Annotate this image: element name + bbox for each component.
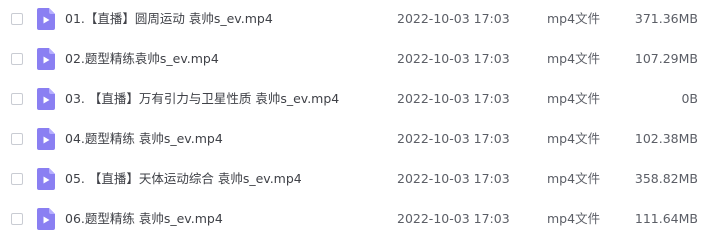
- file-date: 2022-10-03 17:03: [397, 51, 510, 66]
- file-name[interactable]: 02.题型精练袁帅s_ev.mp4: [65, 40, 219, 80]
- file-date: 2022-10-03 17:03: [397, 171, 510, 186]
- row-checkbox[interactable]: [11, 173, 23, 185]
- file-type: mp4文件: [547, 91, 601, 106]
- file-size: 111.64MB: [634, 211, 698, 226]
- file-row[interactable]: 03. 【直播】万有引力与卫星性质 袁帅s_ev.mp4 2022-10-03 …: [0, 80, 726, 120]
- row-checkbox[interactable]: [11, 13, 23, 25]
- file-date: 2022-10-03 17:03: [397, 11, 510, 26]
- file-size: 358.82MB: [634, 171, 698, 186]
- file-row[interactable]: 02.题型精练袁帅s_ev.mp4 2022-10-03 17:03 mp4文件…: [0, 40, 726, 80]
- file-date: 2022-10-03 17:03: [397, 131, 510, 146]
- file-row[interactable]: 05. 【直播】天体运动综合 袁帅s_ev.mp4 2022-10-03 17:…: [0, 160, 726, 200]
- row-checkbox[interactable]: [11, 93, 23, 105]
- file-size: 371.36MB: [634, 11, 698, 26]
- file-type: mp4文件: [547, 131, 601, 146]
- file-name[interactable]: 03. 【直播】万有引力与卫星性质 袁帅s_ev.mp4: [65, 80, 339, 120]
- file-type: mp4文件: [547, 11, 601, 26]
- file-date: 2022-10-03 17:03: [397, 211, 510, 226]
- video-file-icon: [37, 88, 55, 110]
- row-checkbox[interactable]: [11, 133, 23, 145]
- video-file-icon: [37, 208, 55, 230]
- file-type: mp4文件: [547, 171, 601, 186]
- file-type: mp4文件: [547, 211, 601, 226]
- video-file-icon: [37, 8, 55, 30]
- file-name[interactable]: 01.【直播】圆周运动 袁帅s_ev.mp4: [65, 0, 273, 40]
- file-type: mp4文件: [547, 51, 601, 66]
- row-checkbox[interactable]: [11, 53, 23, 65]
- file-list: 01.【直播】圆周运动 袁帅s_ev.mp4 2022-10-03 17:03 …: [0, 0, 726, 240]
- file-name[interactable]: 06.题型精练 袁帅s_ev.mp4: [65, 200, 223, 240]
- video-file-icon: [37, 168, 55, 190]
- row-checkbox[interactable]: [11, 213, 23, 225]
- file-date: 2022-10-03 17:03: [397, 91, 510, 106]
- file-name[interactable]: 05. 【直播】天体运动综合 袁帅s_ev.mp4: [65, 160, 302, 200]
- file-row[interactable]: 04.题型精练 袁帅s_ev.mp4 2022-10-03 17:03 mp4文…: [0, 120, 726, 160]
- file-size: 107.29MB: [634, 51, 698, 66]
- video-file-icon: [37, 48, 55, 70]
- file-name[interactable]: 04.题型精练 袁帅s_ev.mp4: [65, 120, 223, 160]
- file-size: 102.38MB: [634, 131, 698, 146]
- file-row[interactable]: 01.【直播】圆周运动 袁帅s_ev.mp4 2022-10-03 17:03 …: [0, 0, 726, 40]
- file-size: 0B: [681, 91, 698, 106]
- file-row[interactable]: 06.题型精练 袁帅s_ev.mp4 2022-10-03 17:03 mp4文…: [0, 200, 726, 240]
- video-file-icon: [37, 128, 55, 150]
